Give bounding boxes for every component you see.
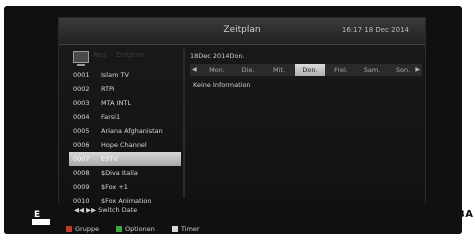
white-key-icon (172, 226, 178, 232)
channel-row[interactable]: 0008 $Diva Italia (69, 166, 181, 180)
clock: 16:17 18 Dec 2014 (341, 26, 409, 34)
timer-label: Timer (181, 225, 200, 233)
divider (183, 48, 185, 198)
channel-name: Islam TV (101, 71, 129, 79)
day-tab[interactable]: Don. (295, 64, 325, 76)
channel-name: Hope Channel (101, 141, 147, 149)
red-key-icon (66, 226, 72, 232)
channel-number: 0001 (73, 71, 90, 79)
switch-date-hint: ◀◀ ▶▶ Switch Date (74, 206, 137, 214)
epg-info: Keine Information (193, 81, 251, 89)
channel-row[interactable]: 0003 MTA INTL (69, 96, 181, 110)
channel-number: 0008 (73, 169, 90, 177)
channel-number: 0003 (73, 99, 90, 107)
epg-date: 18Dec 2014Don. (190, 52, 245, 60)
channel-name: MTA INTL (101, 99, 131, 107)
channel-row[interactable]: 0009 $Fox +1 (69, 180, 181, 194)
channel-list-header: Reg. - Zeitplan (69, 48, 181, 66)
title-bar: Zeitplan 16:17 18 Dec 2014 (59, 18, 425, 45)
fast-forward-icon: ▶▶ (86, 206, 97, 214)
arrow-left-icon[interactable]: ◀ (192, 66, 197, 73)
channel-name: Farsi1 (101, 113, 121, 121)
tv-icon (73, 51, 89, 66)
day-tab[interactable]: Son. (388, 64, 418, 76)
watermark: TABABA (426, 209, 474, 220)
switch-date-label: Switch Date (98, 206, 138, 214)
channel-number: 0007 (73, 155, 90, 163)
epg-panel: Zeitplan 16:17 18 Dec 2014 Reg. - Zeitpl… (58, 17, 426, 210)
channel-name: $Diva Italia (101, 169, 138, 177)
channel-row[interactable]: 0005 Ariana Afghanistan (69, 124, 181, 138)
channel-number: 0004 (73, 113, 90, 121)
channel-number: 0009 (73, 183, 90, 191)
channel-name: $Fox +1 (101, 183, 128, 191)
day-tab[interactable]: Frei. (326, 64, 356, 76)
channel-number: 0006 (73, 141, 90, 149)
gruppe-label: Gruppe (75, 225, 100, 233)
channel-number: 0002 (73, 85, 90, 93)
rewind-icon: ◀◀ (74, 206, 84, 214)
channel-name: ESTV (101, 155, 118, 163)
channel-list-header-label: Reg. - Zeitplan (93, 51, 145, 59)
optionen-label: Optionen (125, 225, 155, 233)
tv-screen: Zeitplan 16:17 18 Dec 2014 Reg. - Zeitpl… (4, 6, 462, 234)
day-tab[interactable]: Mon. (202, 64, 232, 76)
channel-row[interactable]: 0004 Farsi1 (69, 110, 181, 124)
channel-row[interactable]: 0006 Hope Channel (69, 138, 181, 152)
tv-frame: Zeitplan 16:17 18 Dec 2014 Reg. - Zeitpl… (0, 0, 475, 240)
optionen-button[interactable]: Optionen (116, 225, 155, 233)
channel-list: 0001 Islam TV 0002 RTPi 0003 MTA INTL 0004 Fars… (69, 68, 181, 208)
gruppe-button[interactable]: Gruppe (66, 225, 99, 233)
channel-row[interactable]: 0001 Islam TV (69, 68, 181, 82)
timer-button[interactable]: Timer (172, 225, 200, 233)
day-selector[interactable]: ◀ ▶ Mon. Die. Mit. Don. Frei. Sam. Son. (190, 64, 422, 76)
channel-row[interactable]: 0002 RTPi (69, 82, 181, 96)
channel-logo: E (34, 210, 41, 220)
channel-name: Ariana Afghanistan (101, 127, 163, 135)
channel-name: RTPi (101, 85, 115, 93)
green-key-icon (116, 226, 122, 232)
day-tab[interactable]: Mit. (264, 64, 294, 76)
channel-number: 0005 (73, 127, 90, 135)
day-tab[interactable]: Sam. (357, 64, 387, 76)
day-tab[interactable]: Die. (233, 64, 263, 76)
channel-row[interactable]: 0007 ESTV (69, 152, 181, 166)
